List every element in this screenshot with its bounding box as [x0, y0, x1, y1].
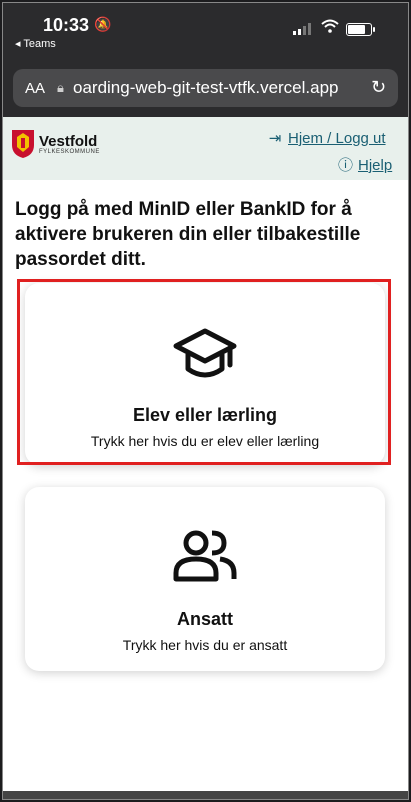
text-size-button[interactable]: AA: [25, 80, 45, 97]
users-icon: [173, 530, 237, 582]
phone-frame: 10:33 🔕 ◂ Teams AA 🔒︎ oarding-web-git-te…: [2, 2, 409, 800]
mute-bell-icon: 🔕: [94, 16, 112, 32]
wifi-icon: [321, 19, 339, 33]
org-name: Vestfold: [39, 133, 98, 150]
employee-card-title: Ansatt: [176, 609, 233, 629]
help-circle-icon: ⓘ: [338, 157, 354, 174]
vestfold-crest-icon: [12, 130, 34, 158]
student-login-card[interactable]: Elev eller lærling Trykk her hvis du er …: [25, 283, 385, 465]
student-card-subtitle: Trykk her hvis du er elev eller lærling: [90, 433, 320, 449]
employee-card-subtitle: Trykk her hvis du er ansatt: [122, 637, 288, 653]
address-bar[interactable]: AA 🔒︎ oarding-web-git-test-vtfk.vercel.a…: [13, 69, 398, 107]
status-bar: 10:33 🔕 ◂ Teams: [3, 3, 408, 61]
bottom-toolbar: [3, 791, 408, 799]
intro-text: Logg på med MinID eller BankID for å akt…: [15, 199, 361, 270]
status-time: 10:33: [43, 15, 90, 35]
logout-icon: ⇥: [268, 130, 282, 147]
back-to-app-link[interactable]: ◂ Teams: [15, 37, 56, 50]
lock-icon: 🔒︎: [57, 80, 64, 95]
browser-toolbar: AA 🔒︎ oarding-web-git-test-vtfk.vercel.a…: [3, 61, 408, 117]
help-label: Hjelp: [358, 157, 393, 174]
student-card-title: Elev eller lærling: [132, 405, 278, 425]
url-text[interactable]: oarding-web-git-test-vtfk.vercel.app: [73, 78, 363, 98]
home-logout-label: Hjem / Logg ut: [288, 130, 386, 147]
signal-icon: [293, 23, 311, 35]
battery-icon: [346, 23, 375, 36]
employee-login-card[interactable]: Ansatt Trykk her hvis du er ansatt: [25, 487, 385, 671]
battery-level: [348, 25, 365, 34]
home-logout-link[interactable]: ⇥ Hjem / Logg ut: [268, 129, 386, 147]
graduation-cap-icon: [173, 328, 237, 378]
reload-icon[interactable]: ↻: [371, 77, 386, 98]
help-link[interactable]: ⓘ Hjelp: [338, 154, 392, 175]
org-subtitle: FYLKESKOMMUNE: [39, 149, 100, 155]
site-header: Vestfold FYLKESKOMMUNE ⇥ Hjem / Logg ut ⓘ…: [3, 117, 408, 180]
